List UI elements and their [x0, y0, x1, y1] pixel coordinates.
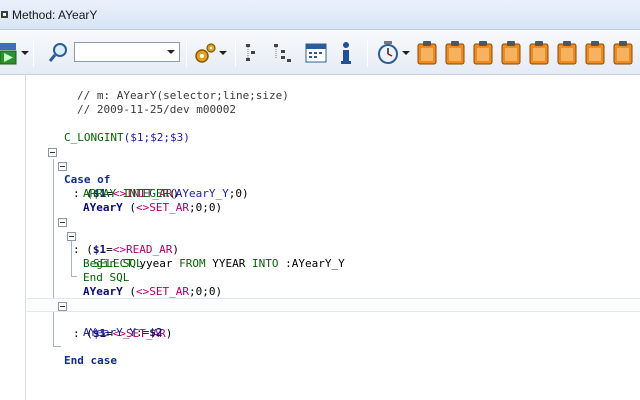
run-button[interactable]	[0, 31, 30, 75]
code-line-case1: : ($1=<>INIT_AR)	[27, 159, 640, 200]
code-line-method1: AYearY (<>SET_AR;0;0)	[83, 201, 223, 214]
collapse-button[interactable]	[245, 31, 267, 75]
gear-dropdown-arrow[interactable]	[219, 51, 227, 55]
code-line-end-sql: End SQL	[27, 257, 640, 284]
code-line-longint: C_LONGINT($1;$2;$3)	[27, 117, 640, 144]
code-line-case2: : ($1=<>READ_AR)	[27, 215, 640, 256]
fold-toggle-sql[interactable]	[67, 232, 76, 241]
fold-toggle-case2[interactable]	[58, 218, 67, 227]
code-line-select: SELECT yyear FROM YYEAR INTO :AYearY_Y	[93, 257, 345, 270]
fold-toggle-case3[interactable]	[58, 302, 67, 311]
run-icon	[0, 43, 17, 65]
tree-icon	[246, 44, 255, 61]
clock-icon	[378, 41, 398, 64]
clipboard-icon	[501, 41, 521, 65]
code-line-case3: : ($1=<>SET_AR)	[27, 298, 640, 340]
code-line-case-of: Case of	[27, 145, 640, 186]
code-line-2: // 2009-11-25/dev m00002	[27, 89, 640, 116]
clipboard-icon	[529, 41, 549, 65]
clipboard-button-5[interactable]	[529, 31, 551, 75]
search-button[interactable]	[48, 31, 72, 75]
code-line-method2: AYearY (<>SET_AR;0;0)	[83, 285, 223, 298]
method-combo-box[interactable]	[74, 42, 180, 62]
clipboard-icon	[445, 41, 465, 65]
calendar-button[interactable]	[305, 31, 331, 75]
info-button[interactable]	[338, 31, 360, 75]
line-gutter	[0, 75, 26, 400]
gear-icon	[195, 43, 216, 63]
longint-command: C_LONGINT	[64, 131, 124, 144]
code-editor[interactable]: // m: AYearY(selector;line;size) // 2009…	[27, 75, 640, 400]
clipboard-button-8[interactable]	[613, 31, 635, 75]
clipboard-icon	[473, 41, 493, 65]
fold-toggle-case1[interactable]	[58, 162, 67, 171]
clipboard-icon	[557, 41, 577, 65]
search-icon	[48, 43, 67, 62]
clipboard-button-1[interactable]	[417, 31, 439, 75]
code-line-array: ARRAY INTEGER(AYearY_Y;0)	[83, 187, 249, 200]
window-titlebar: Method: AYearY	[0, 0, 640, 30]
expand-button[interactable]	[273, 31, 297, 75]
code-line-begin-sql: Begin SQL	[27, 229, 640, 270]
gear-button[interactable]	[193, 31, 229, 75]
outline-icon	[274, 44, 291, 62]
clipboard-button-6[interactable]	[557, 31, 579, 75]
timer-dropdown-arrow[interactable]	[402, 51, 410, 55]
code-line-assign: AYearY_Y:=$2	[83, 326, 163, 339]
clipboard-icon	[613, 41, 633, 65]
clipboard-button-2[interactable]	[445, 31, 467, 75]
window-title: Method: AYearY	[12, 7, 98, 22]
info-icon	[341, 42, 351, 64]
longint-args: ($1;$2;$3)	[123, 131, 190, 144]
clipboard-icon	[417, 41, 437, 65]
clipboard-button-7[interactable]	[585, 31, 607, 75]
comment-date: // 2009-11-25/dev m00002	[77, 103, 236, 116]
code-line-end-case: End case	[27, 340, 640, 367]
clipboard-icon	[585, 41, 605, 65]
method-icon	[1, 11, 8, 18]
end-case-keyword: End case	[64, 354, 117, 367]
calendar-icon	[305, 43, 327, 63]
run-dropdown-arrow[interactable]	[21, 51, 29, 55]
clipboard-button-3[interactable]	[473, 31, 495, 75]
method-call: AYearY	[83, 201, 123, 214]
code-line-1: // m: AYearY(selector;line;size)	[27, 75, 640, 102]
combo-dropdown-arrow[interactable]	[167, 50, 175, 54]
clipboard-button-4[interactable]	[501, 31, 523, 75]
timer-button[interactable]	[376, 31, 412, 75]
fold-toggle-case[interactable]	[48, 148, 57, 157]
